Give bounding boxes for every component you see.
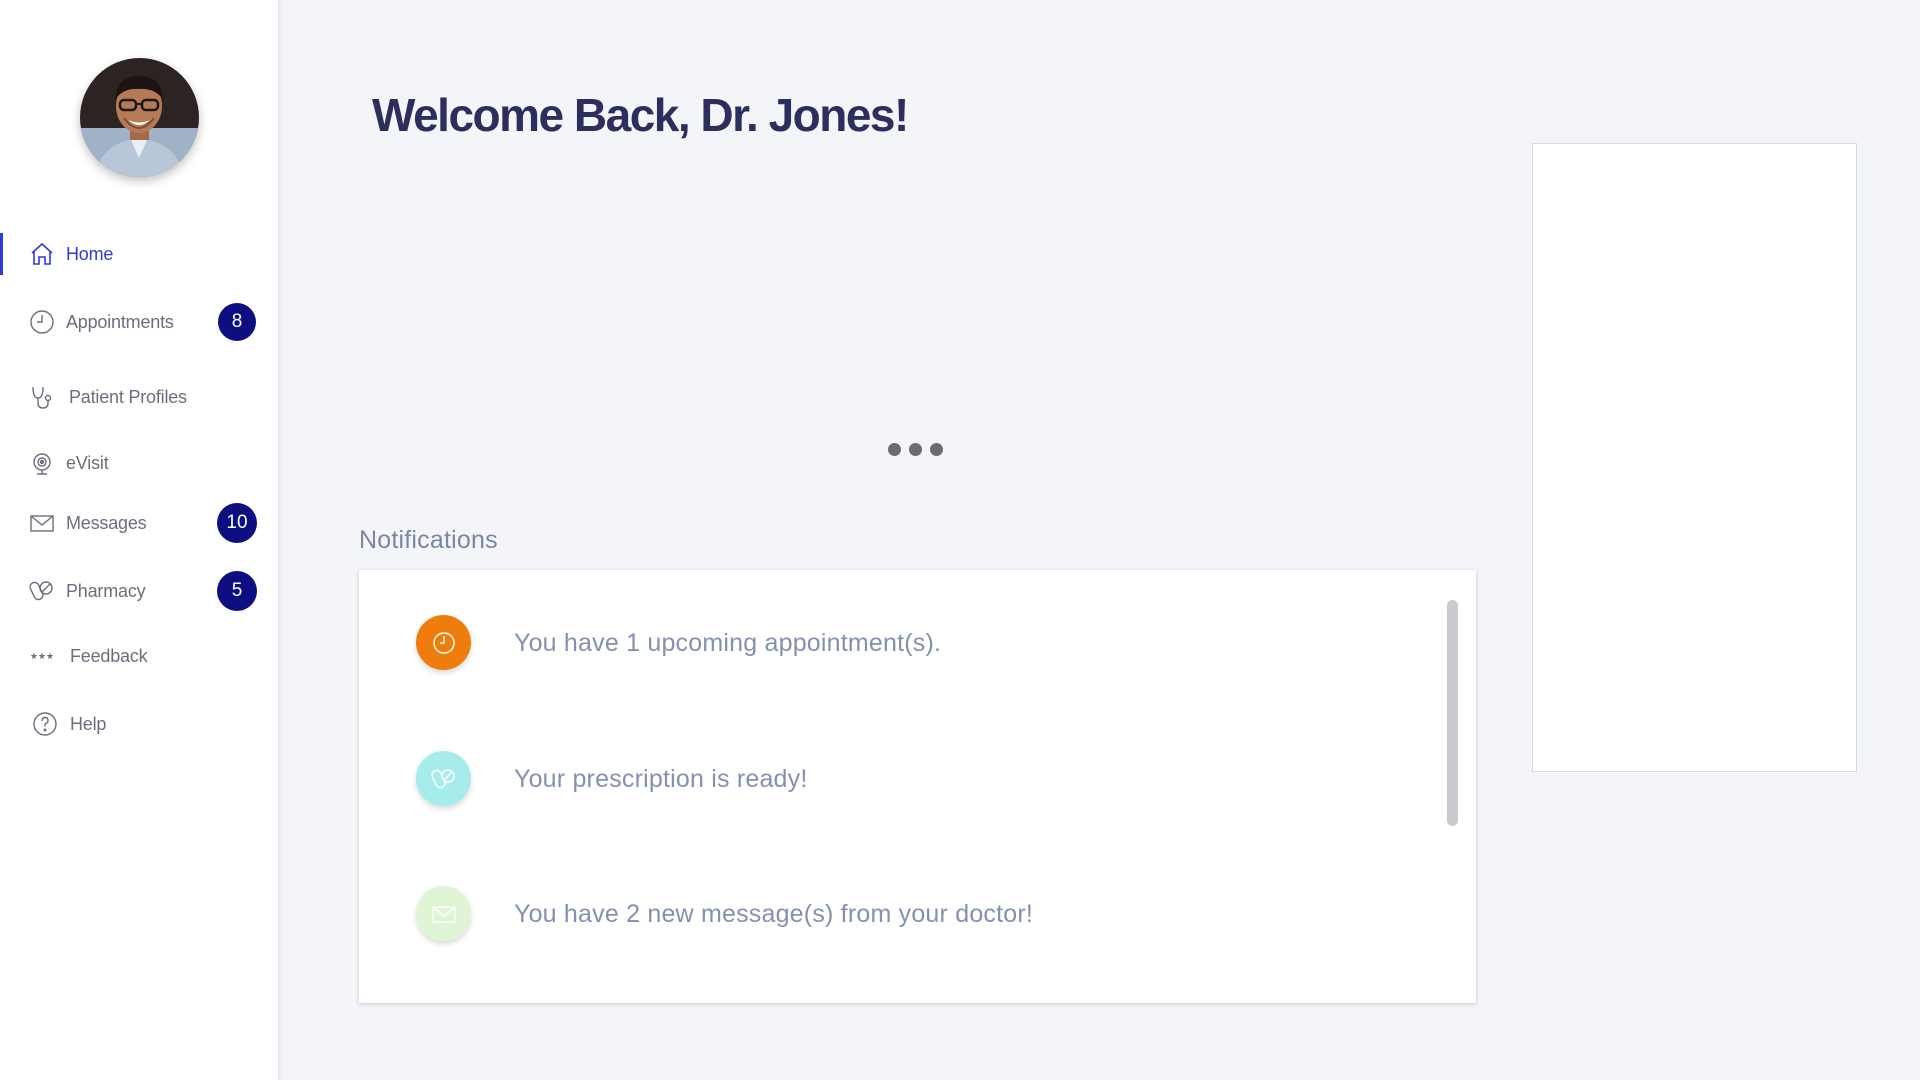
- sidebar-item-label: Pharmacy: [66, 580, 146, 601]
- pharmacy-count-badge: 5: [217, 571, 257, 611]
- side-panel: [1532, 143, 1857, 772]
- page-title: Welcome Back, Dr. Jones!: [372, 89, 909, 141]
- notification-item[interactable]: You have 2 new message(s) from your doct…: [359, 886, 1439, 946]
- sidebar-item-label: eVisit: [66, 452, 109, 473]
- sidebar-item-label: Messages: [66, 512, 147, 533]
- clock-icon: [416, 615, 471, 670]
- notification-text: Your prescription is ready!: [514, 765, 808, 793]
- sidebar-item-patient-profiles[interactable]: Patient Profiles: [0, 375, 279, 419]
- question-icon: [32, 711, 58, 737]
- envelope-icon: [416, 886, 471, 941]
- webcam-icon: [29, 450, 55, 476]
- pills-icon: [29, 578, 55, 604]
- notification-item[interactable]: You have 1 upcoming appointment(s).: [359, 615, 1439, 675]
- notification-text: You have 1 upcoming appointment(s).: [514, 629, 942, 657]
- home-icon: [29, 241, 55, 267]
- notifications-card: You have 1 upcoming appointment(s). Your…: [359, 570, 1476, 1003]
- loading-dot: [888, 443, 901, 456]
- messages-count-badge: 10: [217, 503, 257, 543]
- sidebar-item-home[interactable]: Home: [0, 232, 279, 276]
- sidebar: Home Appointments 8 Patient Profiles eVi…: [0, 0, 279, 1080]
- envelope-icon: [29, 510, 55, 536]
- sidebar-item-messages[interactable]: Messages 10: [0, 501, 279, 545]
- sidebar-item-label: Feedback: [70, 645, 148, 666]
- sidebar-item-label: Home: [66, 243, 114, 264]
- loading-indicator: [888, 443, 943, 456]
- clock-icon: [29, 309, 55, 335]
- notifications-heading: Notifications: [359, 526, 498, 554]
- sidebar-item-label: Appointments: [66, 311, 174, 332]
- loading-dot: [909, 443, 922, 456]
- sidebar-item-label: Patient Profiles: [69, 386, 187, 407]
- sidebar-item-label: Help: [70, 713, 107, 734]
- appointments-count-badge: 8: [218, 303, 256, 341]
- notification-item[interactable]: Your prescription is ready!: [359, 751, 1439, 811]
- stethoscope-icon: [29, 384, 55, 410]
- sidebar-item-help[interactable]: Help: [0, 702, 279, 746]
- loading-dot: [930, 443, 943, 456]
- notification-text: You have 2 new message(s) from your doct…: [514, 900, 1034, 928]
- avatar[interactable]: [80, 58, 199, 177]
- pills-icon: [416, 751, 471, 806]
- notifications-scrollbar[interactable]: [1447, 600, 1458, 826]
- app-root: Home Appointments 8 Patient Profiles eVi…: [0, 0, 1920, 1080]
- sidebar-item-appointments[interactable]: Appointments 8: [0, 300, 279, 344]
- sidebar-item-feedback[interactable]: ★★★ Feedback: [0, 634, 279, 678]
- sidebar-item-pharmacy[interactable]: Pharmacy 5: [0, 569, 279, 613]
- stars-icon: ★★★: [29, 650, 55, 661]
- sidebar-item-evisit[interactable]: eVisit: [0, 441, 279, 485]
